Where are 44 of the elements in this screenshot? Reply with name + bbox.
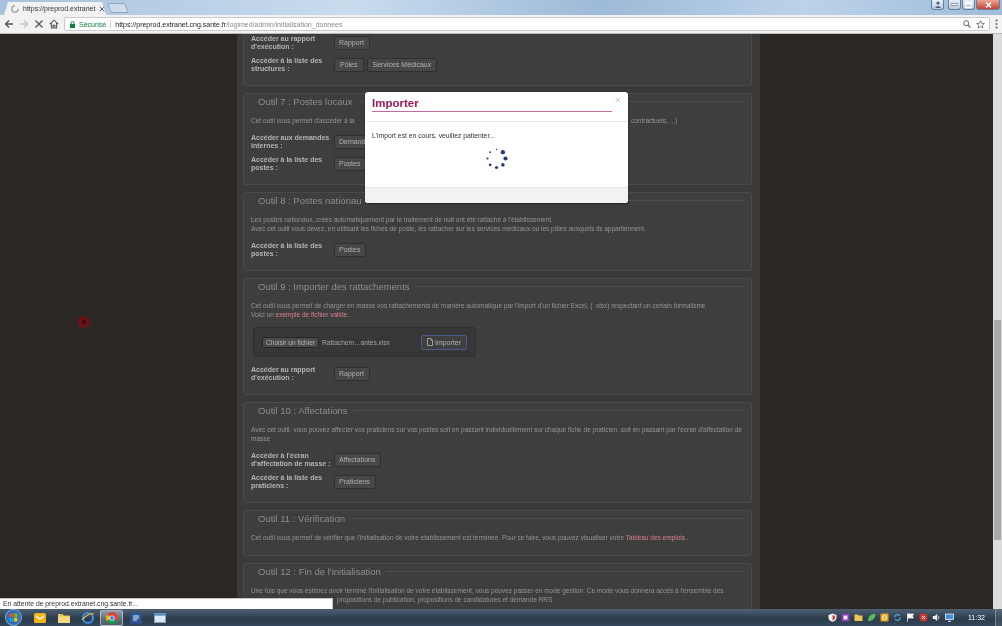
monitor-icon[interactable] xyxy=(945,613,954,622)
section-title: Outil 8 : Postes nationau xyxy=(258,194,363,206)
section-title: Outil 12 : Fin de l'initialisation xyxy=(258,565,382,577)
globe-icon xyxy=(80,610,95,625)
maximize-button[interactable] xyxy=(962,0,975,10)
dialog-title: Importer xyxy=(372,97,612,112)
maximize-icon xyxy=(965,1,972,8)
loading-spinner-icon xyxy=(11,4,19,13)
menu-icon[interactable] xyxy=(995,19,998,29)
close-icon[interactable] xyxy=(99,5,106,12)
magnifier-icon[interactable] xyxy=(963,20,971,28)
window-icon xyxy=(152,610,167,625)
profile-button[interactable] xyxy=(931,0,944,10)
section-title: Outil 9 : Importer des rattachements xyxy=(258,280,411,292)
browser-icon xyxy=(104,610,119,625)
loading-spinner-icon xyxy=(485,147,508,170)
folder-icon[interactable] xyxy=(854,613,863,622)
mail-icon[interactable] xyxy=(880,613,889,622)
section-title: Outil 10 : Affectations xyxy=(258,404,349,416)
close-button[interactable] xyxy=(976,0,1000,10)
home-icon[interactable] xyxy=(49,19,59,29)
shield-icon[interactable] xyxy=(828,613,837,622)
mail-icon xyxy=(32,610,47,625)
lock-icon xyxy=(70,20,75,28)
back-arrow-icon[interactable] xyxy=(4,19,14,29)
show-desktop-button[interactable] xyxy=(995,609,1002,626)
speaker-icon[interactable] xyxy=(932,613,941,622)
document-icon xyxy=(128,610,143,625)
file-icon xyxy=(426,338,433,346)
start-button-icon[interactable] xyxy=(5,609,22,626)
person-icon xyxy=(934,1,941,8)
section-title: Outil 11 : Vérification xyxy=(258,512,346,524)
notebook-icon[interactable] xyxy=(841,613,850,622)
scrollbar-thumb[interactable] xyxy=(994,320,1001,540)
flag-icon[interactable] xyxy=(906,613,915,622)
close-icon xyxy=(984,1,992,8)
minimize-icon xyxy=(951,3,958,6)
section-title: Outil 7 : Postes locaux xyxy=(258,95,354,107)
minimize-button[interactable] xyxy=(948,0,961,10)
sync-icon[interactable] xyxy=(893,613,902,622)
leaf-icon[interactable] xyxy=(867,613,876,622)
cross-icon[interactable] xyxy=(34,19,44,29)
star-icon[interactable] xyxy=(976,19,985,29)
error-icon[interactable] xyxy=(919,613,928,622)
